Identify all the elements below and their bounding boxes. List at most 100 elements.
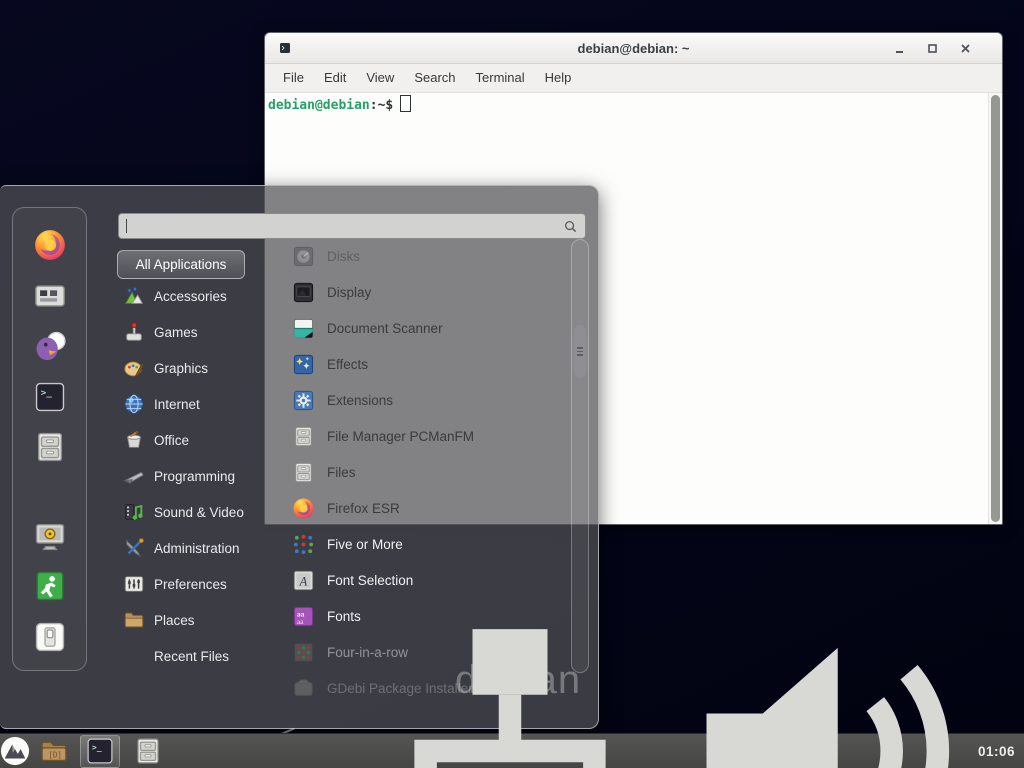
svg-text:>_: >_ — [92, 742, 102, 752]
terminal-menu-item[interactable]: Edit — [314, 64, 356, 92]
firefox-icon — [33, 228, 67, 262]
favorite-file-manager[interactable] — [32, 430, 68, 465]
file-cabinet-icon — [133, 736, 163, 766]
extensions-icon — [292, 389, 315, 412]
app-font-selection[interactable]: A Font Selection — [282, 562, 562, 598]
terminal-cursor — [400, 95, 411, 112]
file-cabinet-icon — [33, 430, 67, 464]
svg-text:aa: aa — [297, 617, 304, 626]
disks-icon — [292, 245, 315, 268]
places-icon — [123, 609, 145, 631]
programming-icon — [123, 465, 145, 487]
favorite-lock-screen[interactable] — [32, 519, 68, 554]
folder-icon: [D] — [39, 736, 69, 766]
administration-icon — [123, 537, 145, 559]
terminal-window-icon — [279, 42, 291, 54]
system-tray: 01:06 — [360, 601, 1024, 768]
terminal-scrollbar-thumb[interactable] — [991, 95, 1000, 522]
app-files[interactable]: Files — [282, 454, 562, 490]
app-file-manager-pcmanfm[interactable]: File Manager PCManFM — [282, 418, 562, 454]
shutdown-icon — [33, 620, 67, 654]
office-icon — [123, 429, 145, 451]
taskbar-files[interactable] — [133, 736, 163, 766]
games-icon — [123, 321, 145, 343]
five-or-more-icon — [292, 533, 315, 556]
favorite-pidgin[interactable] — [32, 329, 68, 364]
gdebi-icon — [292, 677, 315, 699]
category-games[interactable]: Games — [117, 314, 287, 350]
accessories-icon — [123, 285, 145, 307]
favorite-terminal[interactable]: >_ — [32, 380, 68, 415]
software-icon — [33, 279, 67, 313]
terminal-menu-item[interactable]: File — [273, 64, 314, 92]
terminal-menubar: FileEditViewSearchTerminalHelp — [265, 64, 1002, 93]
category-graphics[interactable]: Graphics — [117, 350, 287, 386]
app-disks[interactable]: Disks — [282, 238, 562, 274]
category-sound-video[interactable]: Sound & Video — [117, 494, 287, 530]
app-effects[interactable]: Effects — [282, 346, 562, 382]
svg-text:A: A — [299, 574, 308, 588]
volume-icon[interactable] — [669, 601, 969, 768]
category-accessories[interactable]: Accessories — [117, 278, 287, 314]
terminal-icon: >_ — [33, 380, 67, 414]
search-icon — [563, 219, 578, 234]
taskbar-file-manager[interactable]: [D] — [39, 736, 69, 766]
terminal-scrollbar[interactable] — [988, 93, 1002, 524]
category-list: Accessories Games Graphics Internet Offi… — [117, 278, 287, 674]
favorite-shutdown[interactable] — [32, 620, 68, 655]
category-programming[interactable]: Programming — [117, 458, 287, 494]
display-icon — [292, 281, 315, 304]
terminal-menu-item[interactable]: Terminal — [466, 64, 535, 92]
app-five-or-more[interactable]: Five or More — [282, 526, 562, 562]
firefox-icon — [292, 497, 315, 520]
logout-icon — [33, 569, 67, 603]
close-button[interactable] — [959, 42, 972, 55]
taskbar-terminal-window[interactable]: >_ — [80, 735, 120, 768]
category-all-applications[interactable]: All Applications — [117, 250, 245, 279]
taskbar-menu-button[interactable] — [0, 736, 30, 766]
network-icon[interactable] — [360, 601, 660, 768]
svg-text:[D]: [D] — [48, 750, 62, 759]
app-display[interactable]: Display — [282, 274, 562, 310]
screen: debian debian@debian: ~ FileEditViewSear… — [0, 0, 1024, 768]
prompt-path: :~$ — [370, 98, 393, 113]
minimize-button[interactable] — [893, 42, 906, 55]
graphics-icon — [123, 357, 145, 379]
taskbar: [D] >_ 01:06 — [0, 733, 1024, 768]
app-document-scanner[interactable]: Document Scanner — [282, 310, 562, 346]
terminal-menu-item[interactable]: View — [356, 64, 404, 92]
app-extensions[interactable]: Extensions — [282, 382, 562, 418]
file-cabinet-icon — [292, 425, 315, 448]
category-office[interactable]: Office — [117, 422, 287, 458]
favorite-firefox[interactable] — [32, 228, 68, 263]
terminal-menu-item[interactable]: Search — [404, 64, 465, 92]
font-selection-icon: A — [292, 569, 315, 592]
file-cabinet-icon — [292, 461, 315, 484]
application-list-scrollbar-thumb[interactable] — [574, 325, 586, 378]
category-administration[interactable]: Administration — [117, 530, 287, 566]
search-input[interactable] — [127, 214, 563, 238]
category-places[interactable]: Places — [117, 602, 287, 638]
pidgin-icon — [33, 329, 67, 363]
prompt-user-host: debian@debian — [268, 98, 370, 113]
search-box — [118, 213, 586, 239]
category-preferences[interactable]: Preferences — [117, 566, 287, 602]
document-scanner-icon — [292, 317, 315, 340]
favorite-software[interactable] — [32, 279, 68, 314]
favorite-logout[interactable] — [32, 569, 68, 604]
favorites-panel: >_ — [12, 207, 87, 671]
terminal-menu-item[interactable]: Help — [535, 64, 582, 92]
sound-video-icon — [123, 501, 145, 523]
svg-text:>_: >_ — [40, 387, 52, 398]
category-internet[interactable]: Internet — [117, 386, 287, 422]
terminal-icon: >_ — [85, 736, 115, 766]
maximize-button[interactable] — [926, 42, 939, 55]
terminal-window-title: debian@debian: ~ — [265, 41, 1002, 56]
internet-icon — [123, 393, 145, 415]
category-recent-files[interactable]: Recent Files — [117, 638, 287, 674]
clock[interactable]: 01:06 — [978, 744, 1015, 759]
taskbar-launchers: [D] >_ — [0, 735, 163, 768]
menu-button-icon — [0, 736, 30, 766]
terminal-titlebar[interactable]: debian@debian: ~ — [265, 33, 1002, 64]
app-firefox-esr[interactable]: Firefox ESR — [282, 490, 562, 526]
